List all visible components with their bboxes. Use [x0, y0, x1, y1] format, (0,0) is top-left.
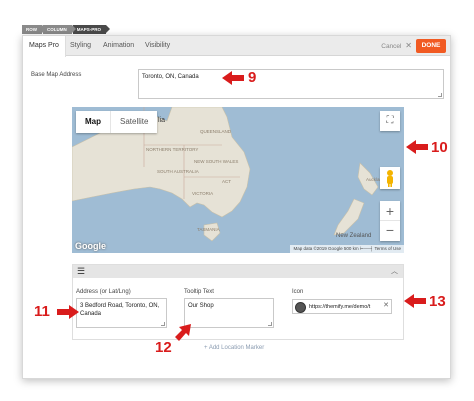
breadcrumb-maps-pro[interactable]: MAPS-PRO — [72, 25, 111, 34]
place-label: ACT — [222, 179, 231, 184]
annotation-10: 10 — [431, 139, 448, 156]
google-logo: Google — [75, 241, 106, 251]
place-label: NEW SOUTH WALES — [194, 159, 238, 164]
map-type-satellite-button[interactable]: Satellite — [110, 111, 157, 133]
address-label: Address (or Lat/Lng) — [76, 289, 131, 295]
resize-handle[interactable] — [438, 93, 442, 97]
cancel-label: Cancel — [381, 43, 402, 50]
tab-maps-pro[interactable]: Maps Pro — [23, 36, 66, 57]
icon-url-value: https://themify.me/demo/t — [309, 304, 371, 310]
tooltip-text-input[interactable]: Our Shop — [184, 298, 274, 328]
chevron-up-icon[interactable]: ︿ — [391, 266, 398, 277]
resize-handle[interactable] — [268, 322, 272, 326]
tooltip-text-value: Our Shop — [188, 303, 214, 309]
tab-visibility[interactable]: Visibility — [145, 36, 170, 56]
cancel-button[interactable]: Cancel ✕ — [381, 36, 412, 57]
place-label: TASMANIA — [197, 227, 220, 232]
annotation-11: 11 — [34, 303, 50, 320]
tasmania-landmass — [203, 222, 221, 242]
add-location-marker-link[interactable]: + Add Location Marker — [204, 345, 264, 351]
pegman-icon[interactable] — [380, 167, 400, 189]
base-map-address-input[interactable]: Toronto, ON, Canada — [138, 69, 444, 99]
zoom-control: + − — [380, 201, 400, 241]
clear-icon[interactable]: ✕ — [382, 301, 389, 311]
fullscreen-icon[interactable]: ⛶ — [380, 111, 400, 131]
map-type-control: Map Satellite — [76, 111, 158, 133]
tab-styling[interactable]: Styling — [70, 36, 91, 56]
nz-south-island — [333, 198, 365, 236]
zoom-in-button[interactable]: + — [380, 201, 400, 221]
breadcrumb-row[interactable]: ROW — [22, 25, 46, 34]
done-button[interactable]: DONE — [416, 39, 446, 53]
place-label: SOUTH AUSTRALIA — [157, 169, 199, 174]
place-label: New Zealand — [336, 233, 371, 239]
annotation-12: 12 — [155, 339, 172, 356]
place-label: QUEENSLAND — [200, 129, 232, 134]
marker-header-bar: ☰ ︿ — [73, 265, 403, 278]
address-input[interactable]: 3 Bedford Road, Toronto, ON, Canada — [76, 298, 167, 328]
map-preview[interactable]: NORTHERN TERRITORY QUEENSLAND SOUTH AUST… — [72, 107, 404, 253]
map-type-map-button[interactable]: Map — [76, 111, 110, 133]
close-icon: ✕ — [405, 41, 412, 50]
map-attribution[interactable]: Map data ©2019 Google 500 km ⊢──┤ Terms … — [290, 245, 404, 253]
zoom-out-button[interactable]: − — [380, 221, 400, 241]
icon-preview-thumbnail — [295, 302, 306, 313]
resize-handle[interactable] — [161, 322, 165, 326]
pegman-graphic — [387, 170, 393, 187]
tab-animation[interactable]: Animation — [103, 36, 134, 56]
address-value: 3 Bedford Road, Toronto, ON, Canada — [80, 303, 160, 317]
breadcrumb: ROW COLUMN MAPS-PRO — [22, 25, 111, 34]
base-map-address-label: Base Map Address — [31, 72, 82, 78]
tab-bar: Maps Pro Styling Animation Visibility Ca… — [23, 36, 450, 57]
icon-label: Icon — [292, 289, 304, 295]
menu-icon[interactable]: ☰ — [77, 266, 85, 277]
place-label: VICTORIA — [192, 191, 213, 196]
place-label: NORTHERN TERRITORY — [146, 147, 198, 152]
breadcrumb-column[interactable]: COLUMN — [43, 25, 76, 34]
tooltip-text-label: Tooltip Text — [184, 289, 214, 295]
annotation-9: 9 — [248, 69, 257, 86]
icon-url-input[interactable]: https://themify.me/demo/t ✕ — [292, 299, 392, 314]
annotation-13: 13 — [429, 293, 446, 310]
base-map-address-value: Toronto, ON, Canada — [142, 74, 199, 80]
place-label-partial: lia — [158, 117, 165, 124]
